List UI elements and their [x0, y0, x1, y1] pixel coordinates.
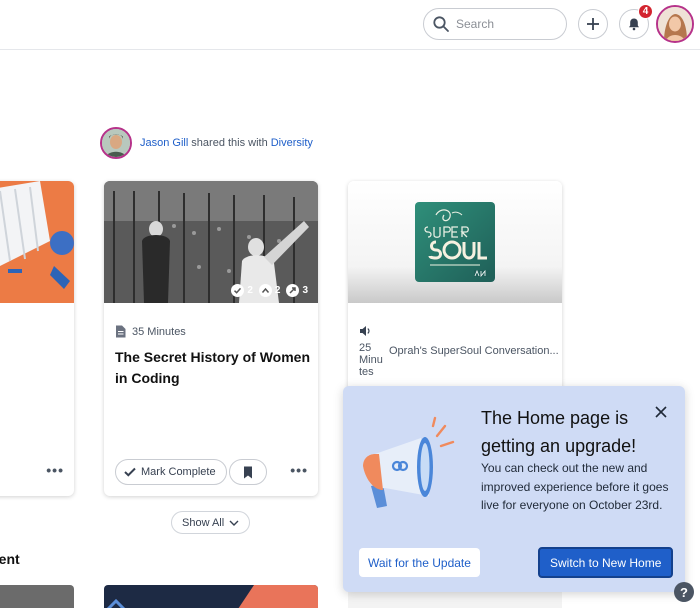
card-title[interactable]: The Secret History of Women in Coding — [115, 347, 313, 389]
bookmark-button[interactable] — [228, 459, 267, 485]
chevron-down-icon — [229, 520, 239, 526]
card-title[interactable]: Oprah's SuperSoul Conversation... — [389, 345, 559, 357]
recommendations-stat: 3 — [286, 284, 308, 297]
notification-badge: 4 — [638, 4, 653, 19]
share-icon — [258, 284, 272, 297]
plus-icon — [587, 18, 599, 30]
search-box[interactable] — [423, 8, 567, 40]
card-actions: Mark Complete — [115, 459, 267, 485]
audio-icon — [360, 326, 370, 336]
user-avatar[interactable] — [656, 5, 694, 43]
search-icon — [433, 16, 449, 32]
card-duration: 25 Minu tes — [359, 342, 383, 378]
card-thumbnail — [0, 181, 74, 303]
recommend-icon — [286, 284, 300, 297]
next-row-card-peek[interactable] — [0, 585, 74, 608]
popup-body: You can check out the new and improved e… — [481, 461, 669, 512]
upgrade-popup: The Home page is getting an upgrade! You… — [343, 386, 685, 592]
top-bar: 4 — [0, 0, 700, 50]
more-options-button[interactable]: ••• — [290, 462, 308, 478]
card-meta: 35 Minutes — [115, 325, 186, 338]
more-options-button[interactable]: ••• — [46, 462, 64, 478]
completions-count: 2 — [247, 285, 253, 296]
card-duration: 35 Minutes — [132, 325, 186, 338]
mark-complete-label: Mark Complete — [141, 466, 216, 478]
shared-text: shared this with — [191, 137, 268, 149]
close-popup-button[interactable] — [653, 404, 669, 420]
shared-attribution: Jason Gill shared this with Diversity — [100, 127, 313, 159]
close-icon — [655, 406, 667, 418]
shares-stat: 2 — [258, 284, 281, 297]
completions-stat: 2 — [231, 284, 253, 297]
mark-complete-button[interactable]: Mark Complete — [115, 459, 227, 485]
show-all-button[interactable]: Show All — [171, 511, 251, 534]
help-button[interactable]: ? — [674, 582, 694, 602]
section-title: tent — [0, 551, 20, 567]
group-link[interactable]: Diversity — [271, 137, 313, 149]
card-stats: 2 2 3 — [225, 284, 308, 297]
help-icon: ? — [680, 584, 688, 600]
bell-icon — [629, 18, 639, 31]
megaphone-icon — [363, 416, 455, 508]
shares-count: 2 — [274, 285, 281, 296]
sharer-avatar[interactable] — [100, 127, 132, 159]
wait-for-update-button[interactable]: Wait for the Update — [359, 548, 480, 577]
check-icon — [124, 467, 136, 477]
next-row-card-peek[interactable] — [104, 585, 318, 608]
content-card-partial[interactable]: ••• — [0, 181, 74, 496]
search-input[interactable] — [456, 17, 556, 31]
show-all-label: Show All — [182, 516, 225, 529]
check-circle-icon — [231, 284, 245, 297]
sharer-avatar-image — [102, 129, 130, 157]
popup-title: The Home page is getting an upgrade! — [481, 408, 637, 456]
card-audio-meta: 25 Minu tes Oprah's SuperSoul Conversati… — [359, 324, 559, 378]
recommendations-count: 3 — [302, 285, 308, 296]
document-icon — [116, 325, 126, 338]
sharer-name-link[interactable]: Jason Gill — [140, 137, 188, 149]
add-button[interactable] — [578, 9, 608, 39]
card-thumbnail — [348, 181, 562, 303]
avatar-image — [658, 7, 692, 41]
content-card[interactable]: 2 2 3 35 Minutes The Secret History of W… — [104, 181, 318, 496]
card-thumbnail: 2 2 3 — [104, 181, 318, 303]
bookmark-icon — [243, 466, 252, 478]
switch-to-new-home-button[interactable]: Switch to New Home — [538, 547, 674, 578]
